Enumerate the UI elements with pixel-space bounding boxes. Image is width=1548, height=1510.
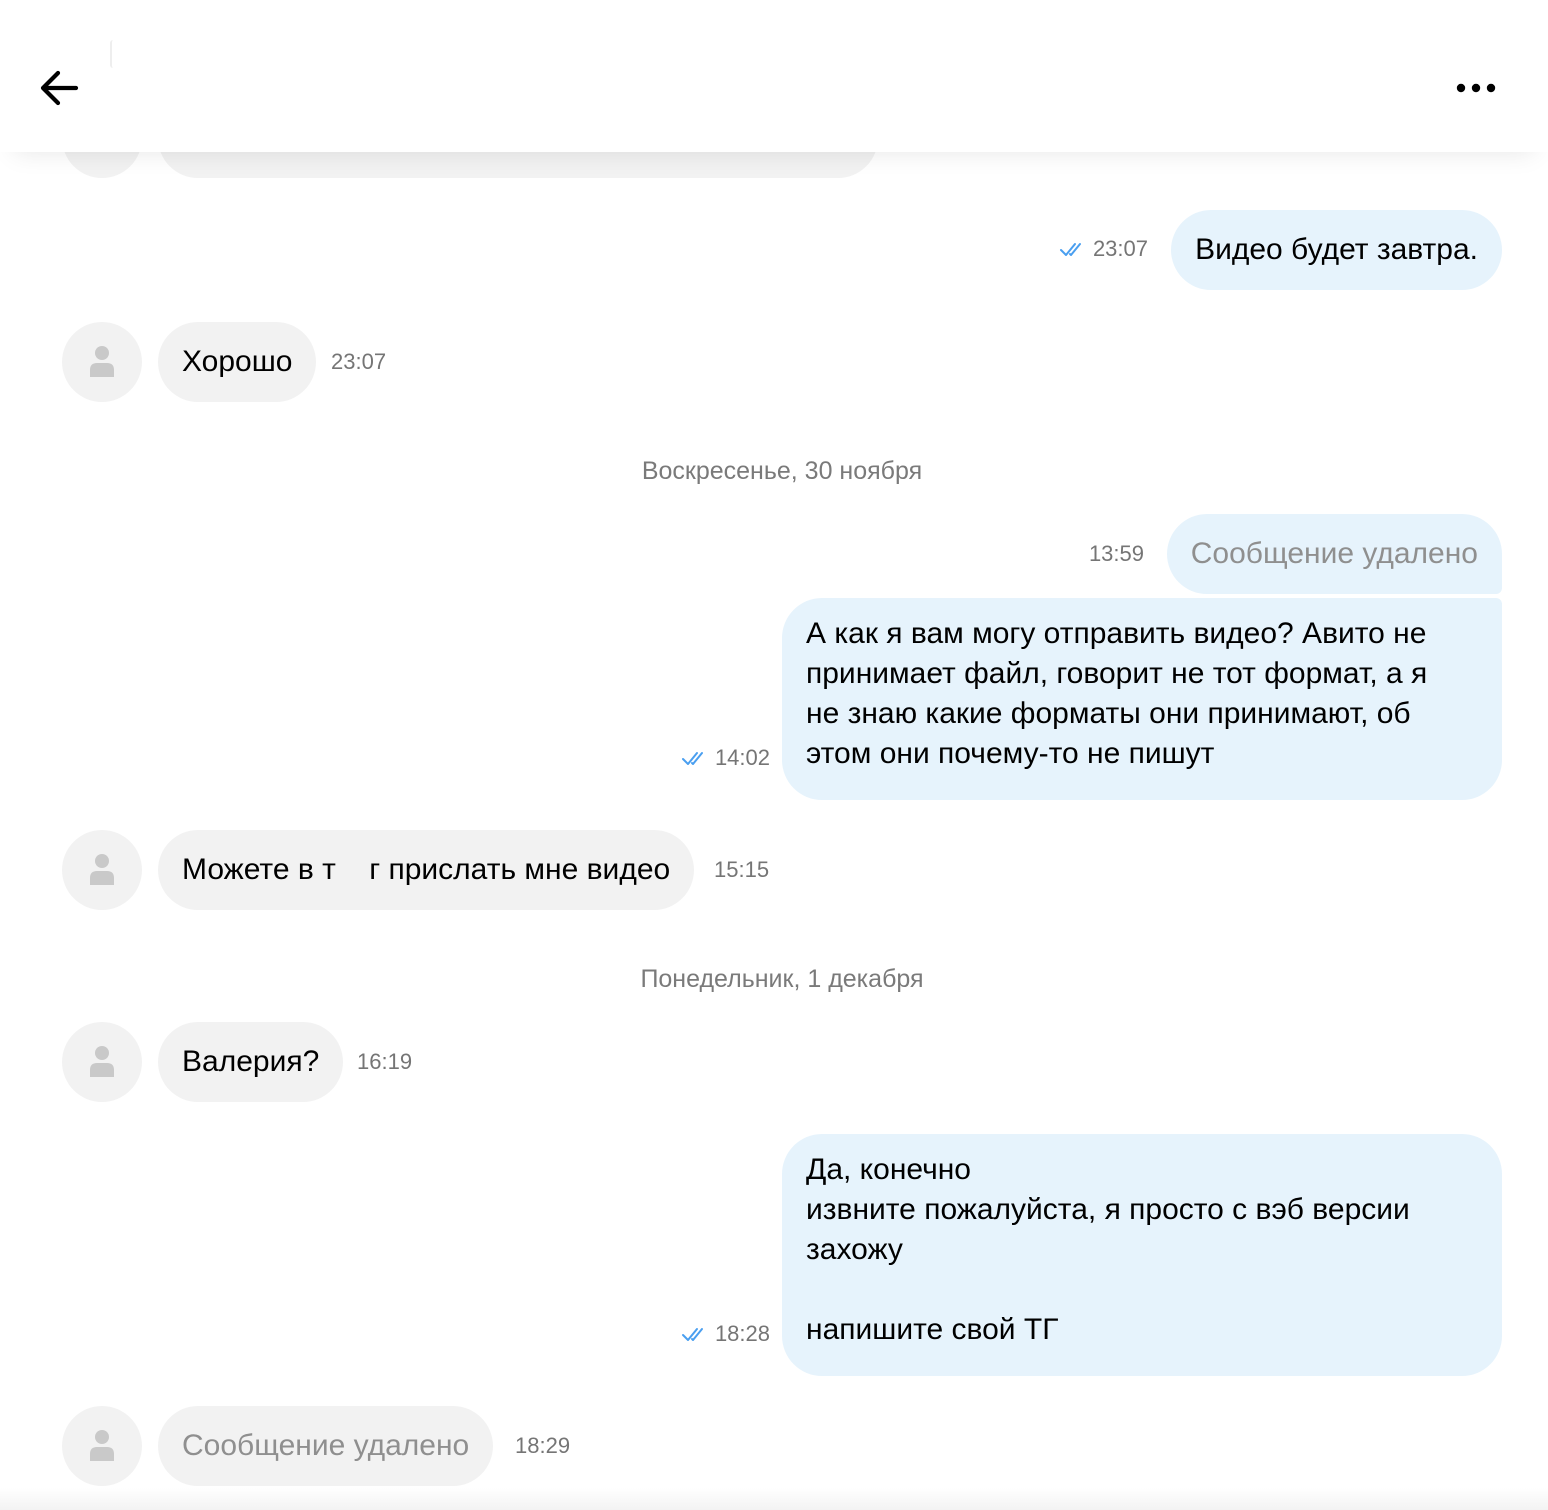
user-icon	[90, 346, 114, 377]
chat-header	[0, 0, 1548, 152]
chat-screen: 23:07 Видео будет завтра. Хорошо 23:07 В…	[0, 0, 1548, 1510]
message-time: 14:02	[681, 745, 770, 771]
more-options-button[interactable]	[1448, 66, 1504, 110]
outgoing-message[interactable]: А как я вам могу отправить видео? Авито …	[782, 598, 1502, 800]
incoming-message[interactable]: Можете в т г прислать мне видео	[158, 830, 695, 910]
date-separator: Понедельник, 1 декабря	[640, 965, 924, 993]
avatar	[62, 830, 142, 910]
back-button[interactable]	[34, 62, 86, 114]
message-time: 18:28	[681, 1321, 770, 1347]
message-time: 23:07	[331, 349, 387, 374]
read-checkmarks-icon	[681, 752, 703, 765]
time-text: 14:02	[714, 745, 770, 770]
message-time: 15:15	[714, 857, 770, 882]
time-text: 23:07	[1092, 236, 1148, 261]
avatar	[62, 1022, 142, 1102]
incoming-message[interactable]: Валерия?	[158, 1022, 344, 1102]
avatar	[62, 1406, 142, 1486]
message-time: 18:29	[515, 1433, 571, 1458]
outgoing-message[interactable]: Видео будет завтра.	[1171, 210, 1502, 290]
read-checkmarks-icon	[1059, 243, 1081, 256]
message-time: 16:19	[357, 1049, 413, 1074]
read-checkmarks-icon	[681, 1328, 703, 1341]
message-time: 13:59	[1088, 541, 1144, 566]
header-title-placeholder	[110, 40, 116, 68]
more-horizontal-icon	[1456, 83, 1496, 93]
deleted-message[interactable]: Сообщение удалено	[1166, 514, 1502, 594]
time-text: 18:28	[714, 1321, 770, 1346]
deleted-message[interactable]: Сообщение удалено	[158, 1406, 494, 1486]
bottom-fade	[0, 1488, 1548, 1510]
date-separator: Воскресенье, 30 ноября	[641, 457, 923, 485]
message-time: 23:07	[1059, 236, 1148, 262]
outgoing-message[interactable]: Да, конечно извните пожалуйста, я просто…	[782, 1134, 1502, 1376]
arrow-left-icon	[40, 70, 79, 106]
avatar	[62, 322, 142, 402]
user-icon	[90, 1046, 114, 1077]
user-icon	[90, 1430, 114, 1461]
user-icon	[90, 854, 114, 885]
incoming-message[interactable]: Хорошо	[158, 322, 317, 402]
